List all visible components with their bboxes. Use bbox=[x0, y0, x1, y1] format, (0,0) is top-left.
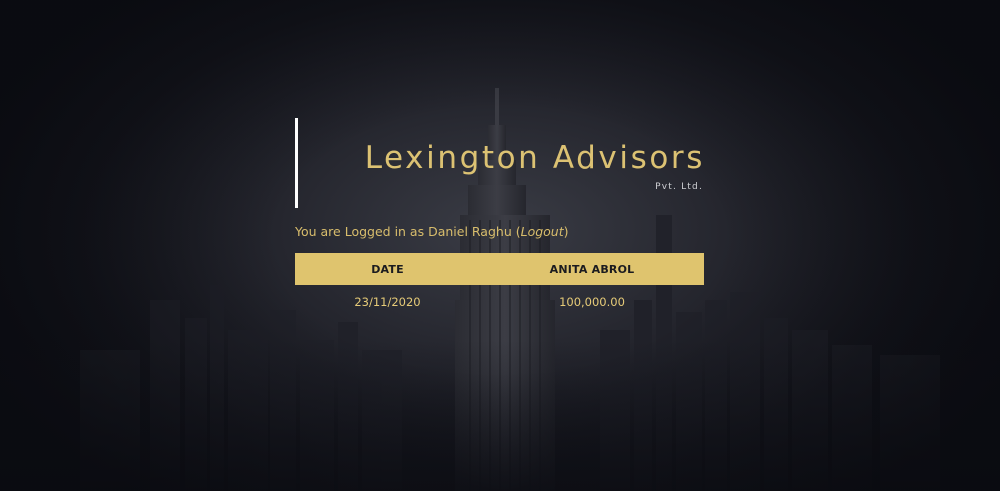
brand-suffix: Pvt. Ltd. bbox=[655, 182, 703, 192]
table-header-row: DATE ANITA ABROL bbox=[295, 253, 704, 285]
column-header-anita-abrol: ANITA ABROL bbox=[480, 253, 704, 285]
table-row: 23/11/2020 100,000.00 bbox=[295, 285, 704, 319]
brand-name: Lexington Advisors bbox=[364, 140, 705, 176]
login-status-close: ) bbox=[563, 224, 569, 239]
column-header-date: DATE bbox=[295, 253, 480, 285]
cell-amount: 100,000.00 bbox=[559, 295, 625, 309]
main-panel: Lexington Advisors Pvt. Ltd. You are Log… bbox=[295, 118, 705, 319]
transactions-table: DATE ANITA ABROL 23/11/2020 100,000.00 bbox=[295, 253, 704, 319]
cell-date: 23/11/2020 bbox=[354, 295, 421, 309]
login-status-text: You are Logged in as Daniel Raghu ( bbox=[295, 224, 521, 239]
login-status: You are Logged in as Daniel Raghu (Logou… bbox=[295, 224, 705, 239]
brand-divider bbox=[295, 118, 298, 208]
page-background: Lexington Advisors Pvt. Ltd. You are Log… bbox=[0, 0, 1000, 491]
brand-header: Lexington Advisors Pvt. Ltd. bbox=[295, 118, 705, 208]
logout-link[interactable]: Logout bbox=[521, 224, 564, 239]
